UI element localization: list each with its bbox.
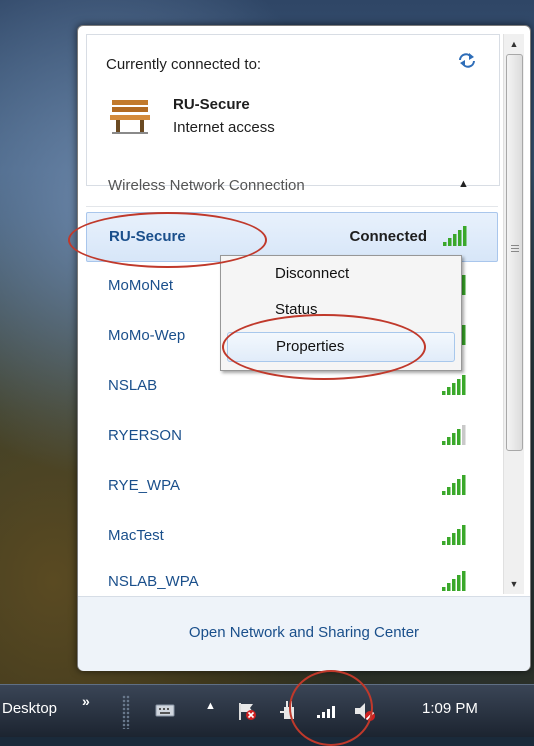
network-status: Connected [349, 228, 427, 245]
network-name: MoMoNet [108, 277, 174, 294]
action-center-flag-icon[interactable] [236, 701, 258, 721]
network-name: NSLAB [108, 377, 158, 394]
bench-network-icon [110, 100, 150, 134]
flyout-footer: Open Network and Sharing Center [78, 596, 530, 671]
network-row[interactable]: MacTest [86, 512, 496, 560]
network-name: RYERSON [108, 427, 182, 444]
collapse-chevron-icon[interactable]: ▲ [458, 178, 469, 190]
network-row[interactable]: RYE_WPA [86, 462, 496, 510]
scroll-up-icon[interactable]: ▲ [504, 34, 524, 54]
taskbar-grip[interactable] [122, 695, 130, 729]
current-network-access: Internet access [173, 119, 275, 136]
scrollbar-thumb[interactable] [506, 54, 523, 451]
signal-bars-icon [442, 475, 466, 495]
menu-item-label: Properties [276, 338, 345, 355]
volume-muted-icon[interactable] [352, 699, 378, 723]
menu-item-properties[interactable]: Properties [227, 332, 455, 362]
menu-item-label: Disconnect [275, 265, 350, 282]
scroll-down-icon[interactable]: ▼ [504, 574, 524, 594]
network-row[interactable]: RYERSON [86, 412, 496, 460]
taskbar: Desktop » ▲ 1:09 PM [0, 684, 534, 737]
clock[interactable]: 1:09 PM [422, 700, 478, 717]
network-name: MoMo-Wep [108, 327, 186, 344]
desktop-toolbar-label[interactable]: Desktop [2, 700, 57, 717]
refresh-icon[interactable] [457, 52, 477, 68]
signal-bars-icon [442, 425, 466, 445]
network-name: RYE_WPA [108, 477, 180, 494]
signal-bars-icon [443, 226, 467, 246]
currently-connected-label: Currently connected to: [106, 56, 262, 73]
open-network-sharing-center-link[interactable]: Open Network and Sharing Center [78, 624, 530, 641]
signal-bars-icon [442, 571, 466, 591]
network-name: NSLAB_WPA [108, 573, 199, 590]
divider [86, 206, 498, 207]
network-name: RU-Secure [109, 228, 186, 245]
show-hidden-icons-arrow-icon[interactable]: ▲ [205, 700, 216, 712]
keyboard-icon[interactable] [155, 703, 175, 717]
network-name: MacTest [108, 527, 164, 544]
menu-item-label: Status [275, 301, 318, 318]
power-plug-icon[interactable] [278, 699, 298, 721]
toolbar-overflow-chevron[interactable]: » [82, 693, 90, 709]
network-context-menu: Disconnect Status Properties [220, 255, 462, 371]
signal-bars-icon [442, 375, 466, 395]
wireless-signal-tray-icon[interactable] [316, 703, 338, 719]
menu-item-status[interactable]: Status [227, 296, 453, 324]
section-header-label: Wireless Network Connection [108, 177, 305, 194]
signal-bars-icon [442, 525, 466, 545]
network-list-scrollbar[interactable]: ▲ ▼ [503, 34, 524, 594]
current-network-name: RU-Secure [173, 96, 250, 113]
menu-item-disconnect[interactable]: Disconnect [227, 260, 453, 288]
